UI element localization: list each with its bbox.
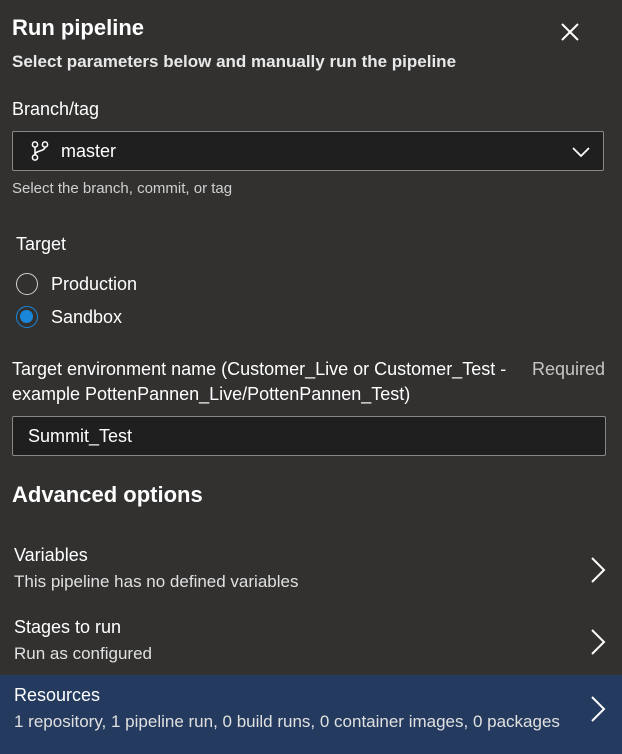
- branch-select[interactable]: master: [12, 131, 604, 171]
- chevron-down-icon: [572, 147, 590, 158]
- chevron-right-icon: [591, 629, 606, 655]
- radio-sandbox-label[interactable]: Sandbox: [51, 307, 122, 328]
- stages-option[interactable]: Stages to run Run as configured: [0, 607, 622, 677]
- variables-option[interactable]: Variables This pipeline has no defined v…: [0, 535, 622, 605]
- close-icon: [561, 23, 579, 41]
- variables-title: Variables: [14, 545, 88, 565]
- branch-label: Branch/tag: [12, 99, 100, 119]
- run-pipeline-panel: Run pipeline Select parameters below and…: [0, 0, 622, 754]
- environment-label: Target environment name (Customer_Live o…: [12, 359, 507, 404]
- variables-subtitle: This pipeline has no defined variables: [14, 572, 299, 591]
- resources-option[interactable]: Resources 1 repository, 1 pipeline run, …: [0, 675, 622, 754]
- branch-select-value: master: [61, 141, 117, 161]
- resources-subtitle: 1 repository, 1 pipeline run, 0 build ru…: [14, 712, 560, 731]
- radio-production-label[interactable]: Production: [51, 274, 137, 295]
- chevron-right-icon: [591, 557, 606, 583]
- advanced-options-heading: Advanced options: [12, 482, 203, 507]
- branch-icon: [31, 141, 49, 161]
- radio-sandbox[interactable]: [16, 306, 38, 328]
- target-label: Target: [16, 234, 67, 254]
- panel-subtitle: Select parameters below and manually run…: [12, 52, 457, 71]
- branch-help-text: Select the branch, commit, or tag: [12, 180, 233, 197]
- stages-title: Stages to run: [14, 617, 122, 637]
- stages-subtitle: Run as configured: [14, 644, 152, 663]
- resources-title: Resources: [14, 685, 101, 705]
- close-button[interactable]: [556, 18, 584, 46]
- radio-production[interactable]: [16, 273, 38, 295]
- panel-title: Run pipeline: [12, 15, 144, 40]
- environment-input[interactable]: [12, 416, 606, 456]
- required-indicator: Required: [532, 359, 606, 379]
- chevron-right-icon: [591, 696, 606, 722]
